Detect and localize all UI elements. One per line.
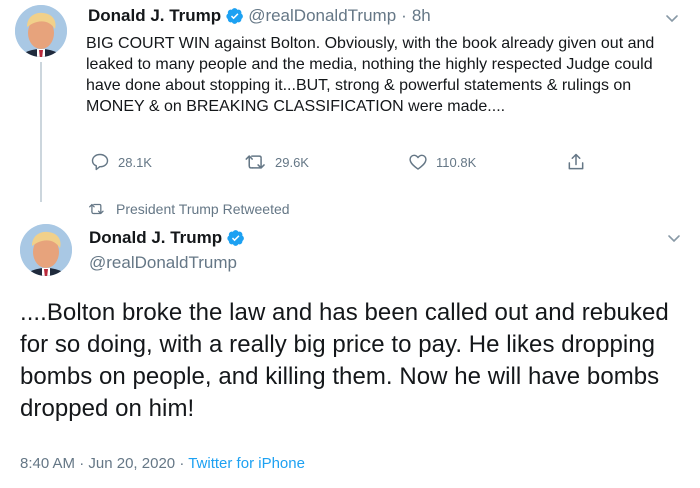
reply-button[interactable]: 28.1K bbox=[90, 152, 152, 172]
verified-icon bbox=[226, 8, 244, 24]
like-icon bbox=[409, 154, 427, 170]
tweet2-header: Donald J. Trump bbox=[89, 228, 249, 248]
author-name[interactable]: Donald J. Trump bbox=[89, 228, 222, 248]
separator-dot: · bbox=[401, 6, 407, 25]
tweet1-header: Donald J. Trump @realDonaldTrump · 8h bbox=[88, 6, 431, 26]
reply-count: 28.1K bbox=[118, 154, 152, 170]
author-handle[interactable]: @realDonaldTrump bbox=[248, 6, 396, 26]
avatar[interactable] bbox=[20, 224, 72, 276]
tweet-time[interactable]: 8h bbox=[412, 6, 431, 26]
like-count: 110.8K bbox=[436, 154, 477, 170]
tweet-date[interactable]: Jun 20, 2020 bbox=[88, 455, 175, 472]
like-button[interactable]: 110.8K bbox=[408, 152, 476, 172]
tweet-time[interactable]: 8:40 AM bbox=[20, 455, 75, 472]
separator-dot: · bbox=[179, 455, 185, 472]
share-button[interactable] bbox=[566, 152, 594, 172]
tweet-source[interactable]: Twitter for iPhone bbox=[188, 455, 305, 472]
avatar[interactable] bbox=[15, 5, 67, 57]
tweet-meta: 8:40 AM · Jun 20, 2020 · Twitter for iPh… bbox=[20, 455, 305, 472]
retweet-icon bbox=[245, 155, 265, 169]
retweet-button[interactable]: 29.6K bbox=[245, 152, 309, 172]
separator-dot: · bbox=[79, 455, 85, 472]
retweet-banner-text[interactable]: President Trump Retweeted bbox=[116, 201, 290, 217]
retweet-banner: President Trump Retweeted bbox=[88, 201, 290, 217]
reply-icon bbox=[91, 153, 109, 171]
share-icon bbox=[568, 153, 584, 170]
author-name[interactable]: Donald J. Trump bbox=[88, 6, 221, 26]
thread-line bbox=[40, 62, 42, 202]
chevron-down-icon[interactable] bbox=[666, 230, 682, 246]
retweet-count: 29.6K bbox=[275, 154, 309, 170]
verified-icon bbox=[227, 230, 245, 246]
tweet-text: BIG COURT WIN against Bolton. Obviously,… bbox=[86, 35, 655, 115]
tweet-text: ....Bolton broke the law and has been ca… bbox=[20, 299, 669, 422]
chevron-down-icon[interactable] bbox=[664, 10, 680, 26]
retweet-icon bbox=[89, 203, 104, 215]
author-handle[interactable]: @realDonaldTrump bbox=[89, 253, 237, 273]
